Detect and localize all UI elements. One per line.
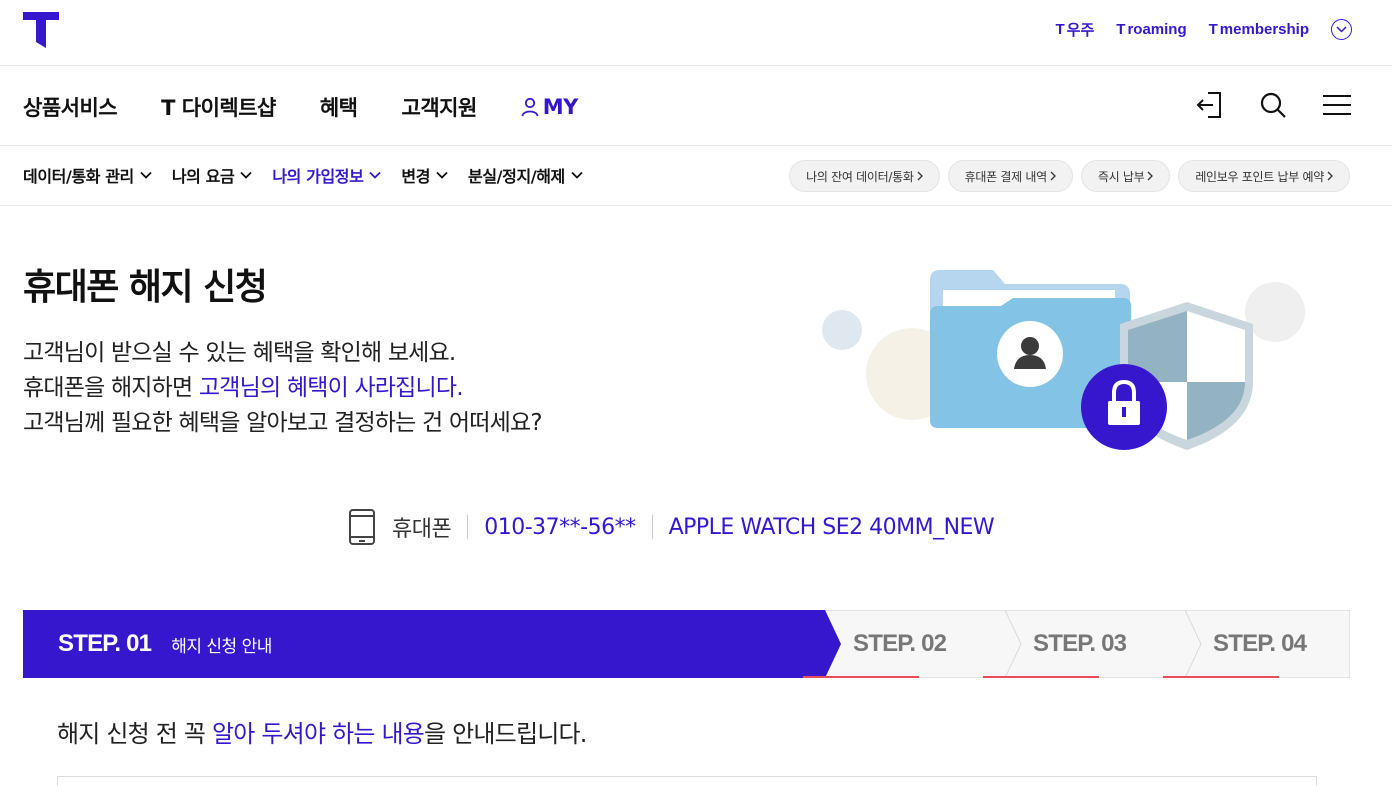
t-logo[interactable] [23,12,59,48]
device-number: 010-37**-56** [484,514,636,540]
chevron-down-icon [436,171,448,179]
chevron-down-icon [369,171,382,179]
step-current: STEP. 01 해지 신청 안내 [23,610,825,678]
main-nav: 상품서비스 T 다이렉트샵 혜택 고객지원 MY [0,66,1392,146]
step-3: STEP. 03 [1033,630,1127,657]
device-type: 휴대폰 [392,517,452,542]
step-2: STEP. 02 [853,630,947,657]
subnav-label: 변경 [401,167,431,186]
hero-line-1: 고객님이 받으실 수 있는 혜택을 확인해 보세요. [23,340,456,366]
subnav-label: 분실/정지/해제 [468,167,565,186]
logout-icon[interactable] [1194,90,1224,120]
step-3-underline [983,676,1099,678]
chevron-down-icon [140,171,152,179]
more-links-chevron-icon[interactable] [1331,19,1352,40]
hero-line-2-highlight: 고객님의 혜택이 사라집니다. [198,375,464,401]
notice-suffix: 을 안내드립니다. [424,720,587,748]
hero-line-3: 고객님께 필요한 혜택을 알아보고 결정하는 건 어떠세요? [23,410,543,436]
search-icon[interactable] [1258,90,1288,120]
subnav-label: 나의 요금 [171,167,235,186]
subnav-lost-suspend[interactable]: 분실/정지/해제 [468,163,583,187]
nav-my-label: MY [542,95,579,119]
device-info: 휴대폰 010-37**-56** APPLE WATCH SE2 40MM_N… [348,508,995,546]
nav-products-services[interactable]: 상품서비스 [23,92,118,122]
subnav-data-call[interactable]: 데이터/통화 관리 [23,163,152,187]
hero-line-2: 휴대폰을 해지하면 고객님의 혜택이 사라집니다. [23,371,542,406]
step-2-underline [803,676,919,678]
chip-remaining-data[interactable]: 나의 잔여 데이터/통화 [789,160,940,192]
subnav-label: 나의 가입정보 [272,167,364,186]
step-current-label: 해지 신청 안내 [171,636,272,657]
chevron-right-icon [1147,171,1154,181]
nav-my[interactable]: MY [521,92,578,122]
sub-nav: 데이터/통화 관리 나의 요금 나의 가입정보 변경 분실/정지/해제 나의 잔… [0,146,1392,206]
top-link-membership[interactable]: T membership [1209,21,1309,38]
device-model: APPLE WATCH SE2 40MM_NEW [668,514,995,540]
t-mark: T [1055,21,1065,38]
subnav-label: 데이터/통화 관리 [23,167,134,186]
nav-benefits[interactable]: 혜택 [320,92,358,122]
step-current-number: STEP. 01 [58,630,152,657]
divider [651,515,653,539]
chip-instant-payment[interactable]: 즉시 납부 [1080,160,1171,192]
step-current-arrow [825,610,841,678]
top-link-label: membership [1219,21,1309,38]
page-title: 휴대폰 해지 신청 [23,267,268,308]
top-bar: T 우주 T roaming T membership [0,0,1392,66]
subnav-change[interactable]: 변경 [401,163,448,187]
info-box [57,776,1317,786]
folder-shield-illustration [822,270,1305,450]
chip-label: 레인보우 포인트 납부 예약 [1195,169,1324,184]
chip-label: 나의 잔여 데이터/통화 [806,169,914,184]
top-link-roaming[interactable]: T roaming [1116,21,1186,38]
notice-prefix: 해지 신청 전 꼭 [57,720,212,748]
nav-customer-support[interactable]: 고객지원 [402,92,478,122]
chevron-right-icon [1327,171,1333,181]
notice-highlight: 알아 두셔야 하는 내용 [212,720,425,748]
chevron-right-icon [1050,171,1056,181]
phone-icon [349,509,375,545]
subnav-my-subscription[interactable]: 나의 가입정보 [272,163,382,187]
top-links: T 우주 T roaming T membership [1055,19,1352,40]
step-4-underline [1163,676,1279,678]
quick-chips: 나의 잔여 데이터/통화 휴대폰 결제 내역 즉시 납부 레인보우 포인트 납부… [789,160,1350,192]
nav-t-direct-shop[interactable]: T 다이렉트샵 [161,92,276,122]
top-link-label: 우주 [1066,22,1095,39]
hero-description: 고객님이 받으실 수 있는 혜택을 확인해 보세요. 휴대폰을 해지하면 고객님… [23,336,543,441]
chevron-right-icon [917,171,923,181]
chevron-down-icon [571,171,583,179]
t-mark: T [1116,21,1126,38]
top-link-uju[interactable]: T 우주 [1055,19,1094,40]
chevron-down-icon [240,171,252,179]
chip-label: 휴대폰 결제 내역 [964,169,1048,184]
menu-icon[interactable] [1322,90,1352,120]
step-indicator: STEP. 01 해지 신청 안내 STEP. 02 STEP. 03 STEP… [23,610,1350,678]
divider [467,515,469,539]
user-icon [521,97,539,117]
top-link-label: roaming [1127,21,1187,38]
notice-text: 해지 신청 전 꼭 알아 두셔야 하는 내용을 안내드립니다. [57,714,587,749]
chip-rainbow-point[interactable]: 레인보우 포인트 납부 예약 [1178,160,1350,192]
chip-label: 즉시 납부 [1097,169,1145,184]
hero-line-2-prefix: 휴대폰을 해지하면 [23,375,199,401]
chip-payment-history[interactable]: 휴대폰 결제 내역 [947,160,1073,192]
step-4: STEP. 04 [1213,630,1307,657]
subnav-my-fee[interactable]: 나의 요금 [172,163,252,187]
t-mark: T [1208,21,1218,38]
